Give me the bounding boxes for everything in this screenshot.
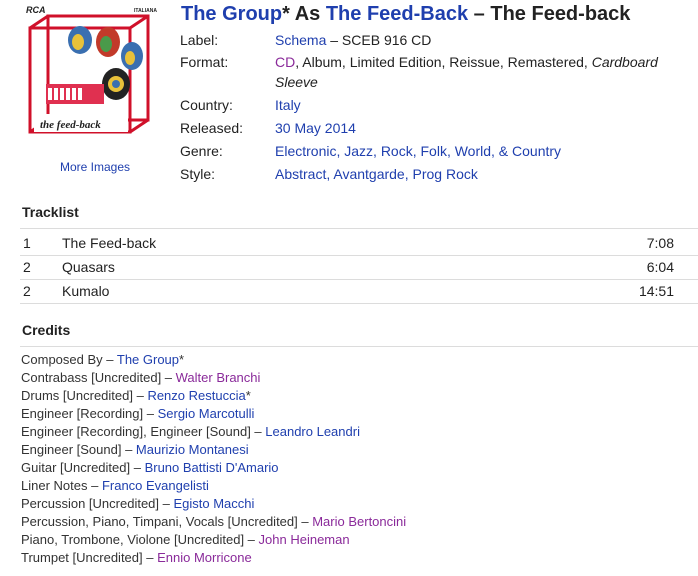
credit-artist-link[interactable]: The Group (117, 352, 179, 367)
credit-item: Composed By – The Group* (21, 351, 406, 369)
credit-role: Contrabass [Uncredited] – (21, 370, 176, 385)
credit-anv-asterisk: * (179, 352, 185, 367)
credit-artist-link[interactable]: Franco Evangelisti (102, 478, 209, 493)
artist2-link[interactable]: The Feed-Back (326, 3, 468, 25)
credit-item: Engineer [Sound] – Maurizio Montanesi (21, 441, 406, 459)
catalog-number: – SCEB 916 CD (326, 32, 432, 48)
track-row: 2 Quasars 6:04 (20, 256, 698, 280)
released-link[interactable]: 30 May 2014 (275, 118, 695, 138)
tracklist-divider (20, 228, 698, 229)
credit-role: Percussion, Piano, Timpani, Vocals [Uncr… (21, 514, 313, 529)
artist-link[interactable]: The Group (181, 3, 282, 25)
credit-item: Guitar [Uncredited] – Bruno Battisti D'A… (21, 459, 406, 477)
credit-artist-link[interactable]: John Heineman (259, 532, 350, 547)
credit-role: Drums [Uncredited] – (21, 388, 148, 403)
label-label: Label: (180, 32, 219, 48)
credit-artist-link[interactable]: Maurizio Montanesi (136, 442, 249, 457)
credit-artist-link[interactable]: Leandro Leandri (265, 424, 360, 439)
credit-artist-link[interactable]: Renzo Restuccia (147, 388, 245, 403)
credit-item: Piano, Trombone, Violone [Uncredited] – … (21, 531, 406, 549)
credit-item: Percussion [Uncredited] – Egisto Macchi (21, 495, 406, 513)
credit-role: Engineer [Recording] – (21, 406, 158, 421)
credit-role: Composed By – (21, 352, 117, 367)
credit-item: Engineer [Recording] – Sergio Marcotulli (21, 405, 406, 423)
release-name: The Feed-back (490, 3, 631, 25)
label-link[interactable]: Schema (275, 32, 326, 48)
track-position: 2 (23, 259, 31, 275)
credits-list: Composed By – The Group* Contrabass [Unc… (21, 351, 406, 567)
track-duration: 14:51 (638, 283, 674, 299)
track-duration: 6:04 (646, 259, 674, 275)
label-value: Schema – SCEB 916 CD (275, 30, 695, 50)
cover-title-text: the feed-back (40, 119, 101, 131)
credit-artist-link[interactable]: Egisto Macchi (173, 496, 254, 511)
style-links[interactable]: Abstract, Avantgarde, Prog Rock (275, 164, 695, 184)
tracklist-heading: Tracklist (22, 204, 79, 220)
style-label: Style: (180, 166, 216, 182)
more-images-link[interactable]: More Images (20, 160, 170, 174)
artist-anv-asterisk: * (282, 3, 290, 25)
credit-artist-link[interactable]: Walter Branchi (176, 370, 261, 385)
credit-role: Engineer [Recording], Engineer [Sound] – (21, 424, 266, 439)
credit-anv-asterisk: * (245, 388, 251, 403)
release-title: The Group* As The Feed-Back – The Feed-b… (181, 3, 630, 26)
credit-role: Percussion [Uncredited] – (21, 496, 174, 511)
track-title: The Feed-back (62, 235, 157, 251)
credit-role: Trumpet [Uncredited] – (21, 550, 158, 565)
track-position: 2 (23, 283, 31, 299)
credit-role: Piano, Trombone, Violone [Uncredited] – (21, 532, 259, 547)
credit-role: Engineer [Sound] – (21, 442, 136, 457)
track-title: Quasars (62, 259, 115, 275)
credit-item: Drums [Uncredited] – Renzo Restuccia* (21, 387, 406, 405)
album-cover-art: RCA ITALIANA the feed-back (20, 2, 164, 152)
credit-artist-link[interactable]: Bruno Battisti D'Amario (145, 460, 279, 475)
credit-item: Percussion, Piano, Timpani, Vocals [Uncr… (21, 513, 406, 531)
country-label: Country: (180, 97, 233, 113)
format-value: CD, Album, Limited Edition, Reissue, Rem… (275, 52, 695, 92)
track-duration: 7:08 (646, 235, 674, 251)
format-label: Format: (180, 54, 229, 70)
format-descriptions: , Album, Limited Edition, Reissue, Remas… (295, 54, 592, 70)
track-row: 2 Kumalo 14:51 (20, 280, 698, 304)
credit-role: Guitar [Uncredited] – (21, 460, 145, 475)
genre-label: Genre: (180, 143, 223, 159)
credit-item: Liner Notes – Franco Evangelisti (21, 477, 406, 495)
album-cover-image[interactable]: RCA ITALIANA the feed-back (20, 2, 164, 152)
credit-item: Contrabass [Uncredited] – Walter Branchi (21, 369, 406, 387)
credit-role: Liner Notes – (21, 478, 102, 493)
credits-divider (20, 346, 698, 347)
credit-item: Engineer [Recording], Engineer [Sound] –… (21, 423, 406, 441)
credits-heading: Credits (22, 322, 71, 338)
credit-artist-link[interactable]: Mario Bertoncini (312, 514, 406, 529)
track-title: Kumalo (62, 283, 110, 299)
credit-artist-link[interactable]: Ennio Morricone (157, 550, 252, 565)
track-row: 1 The Feed-back 7:08 (20, 232, 698, 256)
rca-logo: RCA (26, 5, 46, 15)
title-dash: – (468, 3, 491, 25)
format-cd-link[interactable]: CD (275, 54, 295, 70)
track-position: 1 (23, 235, 31, 251)
genre-links[interactable]: Electronic, Jazz, Rock, Folk, World, & C… (275, 141, 695, 161)
credit-artist-link[interactable]: Sergio Marcotulli (158, 406, 255, 421)
credit-item: Trumpet [Uncredited] – Ennio Morricone (21, 549, 406, 567)
released-label: Released: (180, 120, 244, 136)
country-link[interactable]: Italy (275, 95, 695, 115)
italiana-logo: ITALIANA (134, 8, 157, 14)
as-text: As (289, 3, 326, 25)
